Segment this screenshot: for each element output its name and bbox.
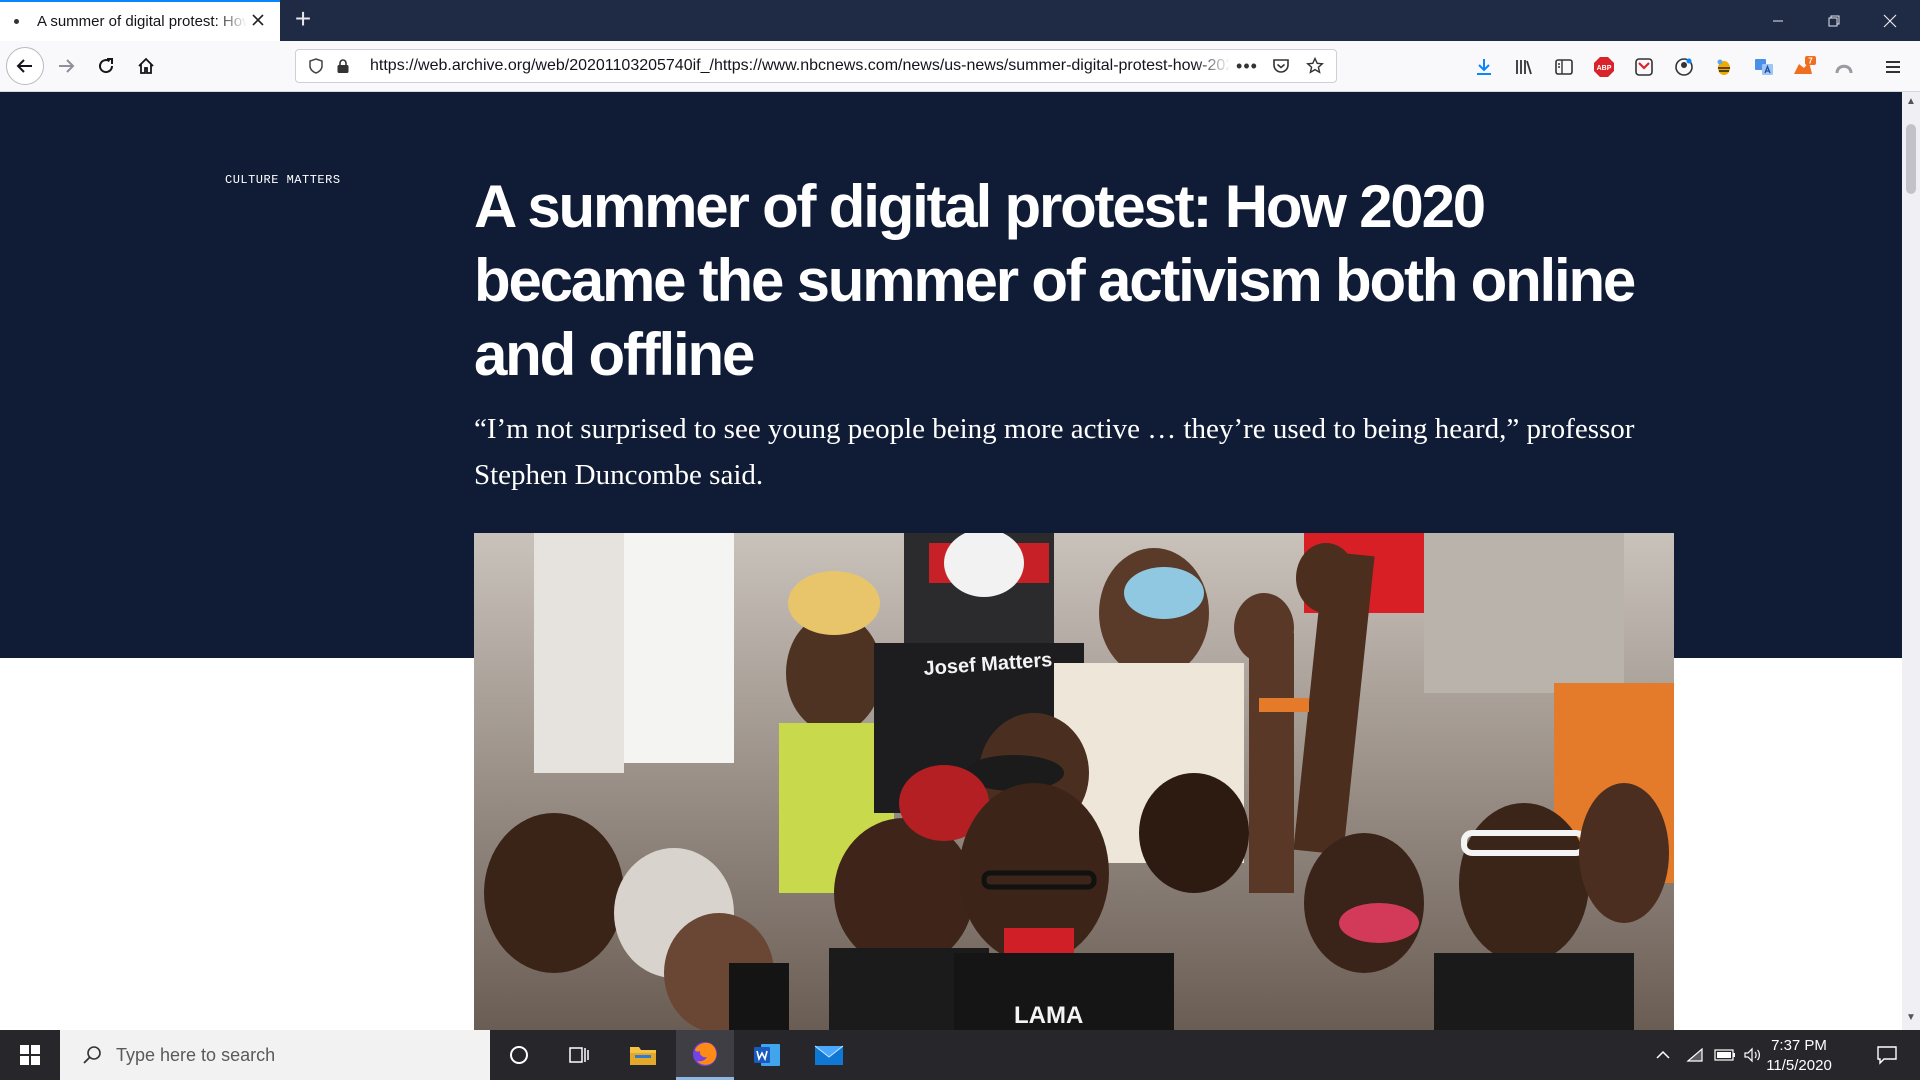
reload-icon <box>99 58 114 74</box>
profile-extension-icon[interactable] <box>1672 55 1696 79</box>
page-scrollbar[interactable]: ▲ ▼ <box>1902 92 1920 1030</box>
pocket-icon[interactable] <box>1264 57 1298 75</box>
tab-title: A summer of digital protest: How 2020 be… <box>37 13 247 30</box>
extension-badge-count: 7 <box>1808 57 1813 66</box>
tab-active[interactable]: A summer of digital protest: How 2020 be… <box>0 0 280 41</box>
tab-audio-dot-icon <box>14 19 19 24</box>
show-hidden-icons-chevron-icon[interactable] <box>1650 1030 1676 1080</box>
library-icon[interactable] <box>1512 55 1536 79</box>
url-text[interactable]: https://web.archive.org/web/202011032057… <box>370 57 1230 75</box>
task-view-icon <box>569 1047 589 1063</box>
reload-button[interactable] <box>87 47 125 85</box>
notification-extension-icon[interactable]: 7 <box>1792 55 1816 79</box>
forward-button[interactable] <box>47 47 85 85</box>
word-taskbar-button[interactable] <box>738 1030 796 1080</box>
minimize-icon[interactable] <box>1750 0 1806 41</box>
notification-icon <box>1877 1046 1897 1065</box>
article-hero-image[interactable]: Josef Matters LAMA <box>474 533 1674 1030</box>
taskbar-search-box[interactable]: Type here to search <box>60 1030 490 1080</box>
window-close-icon[interactable] <box>1862 0 1918 41</box>
taskbar-clock[interactable]: 7:37 PM 11/5/2020 <box>1752 1036 1846 1076</box>
new-tab-button[interactable]: + <box>288 5 318 35</box>
search-placeholder: Type here to search <box>116 1044 276 1065</box>
windows-taskbar: Type here to search 7:37 PM 11/5/2020 <box>0 1030 1920 1080</box>
bookmark-star-icon[interactable] <box>1298 57 1332 75</box>
tracking-protection-shield-icon[interactable] <box>302 58 330 74</box>
scroll-thumb[interactable] <box>1906 124 1916 194</box>
back-button[interactable] <box>6 47 44 85</box>
honey-extension-icon[interactable] <box>1712 55 1736 79</box>
clock-time: 7:37 PM <box>1771 1037 1827 1054</box>
protest-crowd-photo: Josef Matters LAMA <box>474 533 1674 1030</box>
tab-close-icon[interactable] <box>248 11 268 31</box>
address-bar[interactable]: https://web.archive.org/web/202011032057… <box>295 49 1337 83</box>
search-icon <box>72 1045 112 1065</box>
downloads-icon[interactable] <box>1472 55 1496 79</box>
translate-extension-icon[interactable] <box>1752 55 1776 79</box>
windows-logo-icon <box>20 1045 40 1065</box>
page-viewport: CULTURE MATTERS A summer of digital prot… <box>0 92 1902 1030</box>
sidebar-icon[interactable] <box>1552 55 1576 79</box>
windows-start-button[interactable] <box>0 1030 60 1080</box>
firefox-icon <box>693 1041 717 1066</box>
action-center-button[interactable] <box>1862 1030 1912 1080</box>
clock-date: 11/5/2020 <box>1766 1057 1832 1074</box>
adblock-plus-icon[interactable]: ABP <box>1592 55 1616 79</box>
word-icon <box>754 1044 780 1066</box>
shirt-text: LAMA <box>1014 1002 1083 1029</box>
arc-extension-icon[interactable] <box>1832 55 1856 79</box>
arrow-left-icon <box>16 59 32 73</box>
page-actions-more-icon[interactable]: ••• <box>1230 56 1264 77</box>
abp-label: ABP <box>1597 65 1612 72</box>
folder-icon <box>630 1047 656 1065</box>
tab-strip: A summer of digital protest: How 2020 be… <box>0 0 1920 41</box>
file-explorer-button[interactable] <box>614 1030 672 1080</box>
article-kicker[interactable]: CULTURE MATTERS <box>225 173 341 187</box>
scroll-up-icon[interactable]: ▲ <box>1902 96 1920 110</box>
pocket-extension-icon[interactable] <box>1632 55 1656 79</box>
restore-icon[interactable] <box>1806 0 1862 41</box>
cortana-button[interactable] <box>490 1030 548 1080</box>
hamburger-menu-icon[interactable] <box>1880 55 1906 79</box>
navigation-toolbar: https://web.archive.org/web/202011032057… <box>0 41 1920 92</box>
cortana-circle-icon <box>510 1046 528 1064</box>
task-view-button[interactable] <box>550 1030 608 1080</box>
home-button[interactable] <box>127 47 165 85</box>
arrow-right-icon <box>59 59 75 73</box>
mail-icon <box>814 1045 844 1065</box>
scroll-down-icon[interactable]: ▼ <box>1902 1012 1920 1026</box>
mail-taskbar-button[interactable] <box>800 1030 858 1080</box>
wifi-icon[interactable] <box>1682 1030 1708 1080</box>
lock-icon[interactable] <box>330 58 356 74</box>
home-icon <box>138 57 154 74</box>
firefox-taskbar-button[interactable] <box>676 1030 734 1080</box>
article-dek: “I’m not surprised to see young people b… <box>474 413 1635 491</box>
article-headline: A summer of digital protest: How 2020 be… <box>474 173 1636 388</box>
battery-icon[interactable] <box>1712 1030 1738 1080</box>
